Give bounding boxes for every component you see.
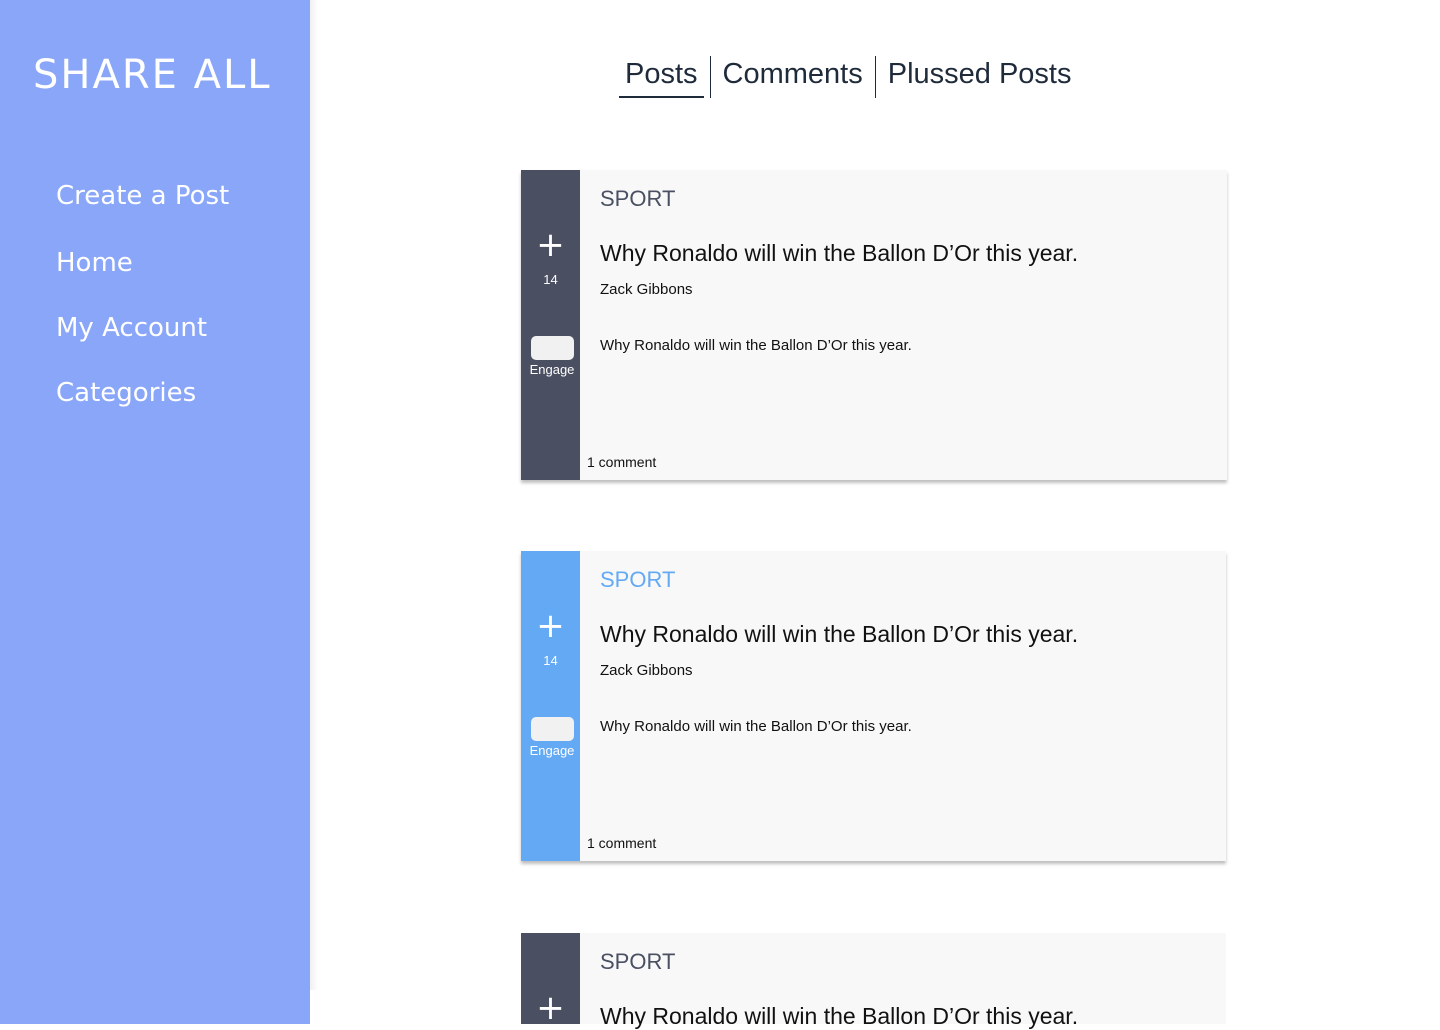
- post-category[interactable]: SPORT: [600, 567, 675, 593]
- tab-plussed-posts[interactable]: Plussed Posts: [882, 56, 1078, 98]
- post-comments-link[interactable]: 1 comment: [587, 835, 656, 851]
- engage-button[interactable]: [531, 336, 574, 360]
- engage-label: Engage: [529, 743, 575, 758]
- engage-button[interactable]: [531, 717, 574, 741]
- sidebar-item-create-post[interactable]: Create a Post: [56, 181, 229, 211]
- sidebar-item-categories[interactable]: Categories: [56, 378, 196, 408]
- plus-count: 14: [543, 272, 558, 287]
- sidebar-divider: [310, 0, 318, 990]
- post-excerpt: Why Ronaldo will win the Ballon D’Or thi…: [600, 718, 912, 735]
- post-author[interactable]: Zack Gibbons: [600, 662, 693, 679]
- post-title[interactable]: Why Ronaldo will win the Ballon D’Or thi…: [600, 1003, 1078, 1030]
- post-card[interactable]: + 14 Engage SPORT Why Ronaldo will win t…: [521, 170, 1227, 480]
- sidebar: SHARE ALL Create a Post Home My Account …: [0, 0, 310, 1024]
- post-author[interactable]: Zack Gibbons: [600, 281, 693, 298]
- tab-posts[interactable]: Posts: [619, 56, 704, 98]
- plus-count: 14: [543, 653, 558, 668]
- sidebar-item-home[interactable]: Home: [56, 248, 133, 278]
- post-card[interactable]: + 14 Engage SPORT Why Ronaldo will win t…: [521, 551, 1226, 861]
- post-excerpt: Why Ronaldo will win the Ballon D’Or thi…: [600, 337, 912, 354]
- tab-divider: [874, 56, 876, 98]
- plus-icon[interactable]: +: [521, 228, 580, 262]
- post-category[interactable]: SPORT: [600, 186, 675, 212]
- tab-bar: Posts Comments Plussed Posts: [619, 56, 1078, 98]
- post-title[interactable]: Why Ronaldo will win the Ballon D’Or thi…: [600, 621, 1078, 648]
- post-action-rail: +: [521, 933, 580, 1025]
- post-title[interactable]: Why Ronaldo will win the Ballon D’Or thi…: [600, 240, 1078, 267]
- post-action-rail: + 14 Engage: [521, 551, 580, 861]
- post-category[interactable]: SPORT: [600, 949, 675, 975]
- post-comments-link[interactable]: 1 comment: [587, 454, 656, 470]
- plus-icon[interactable]: +: [521, 609, 580, 643]
- plus-icon[interactable]: +: [521, 991, 580, 1025]
- post-card[interactable]: + SPORT Why Ronaldo will win the Ballon …: [521, 933, 1226, 1029]
- post-action-rail: + 14 Engage: [521, 170, 580, 480]
- tab-divider: [709, 56, 711, 98]
- tab-comments[interactable]: Comments: [717, 56, 869, 98]
- sidebar-item-my-account[interactable]: My Account: [56, 313, 207, 343]
- engage-label: Engage: [529, 362, 575, 377]
- brand-logo: SHARE ALL: [33, 52, 272, 98]
